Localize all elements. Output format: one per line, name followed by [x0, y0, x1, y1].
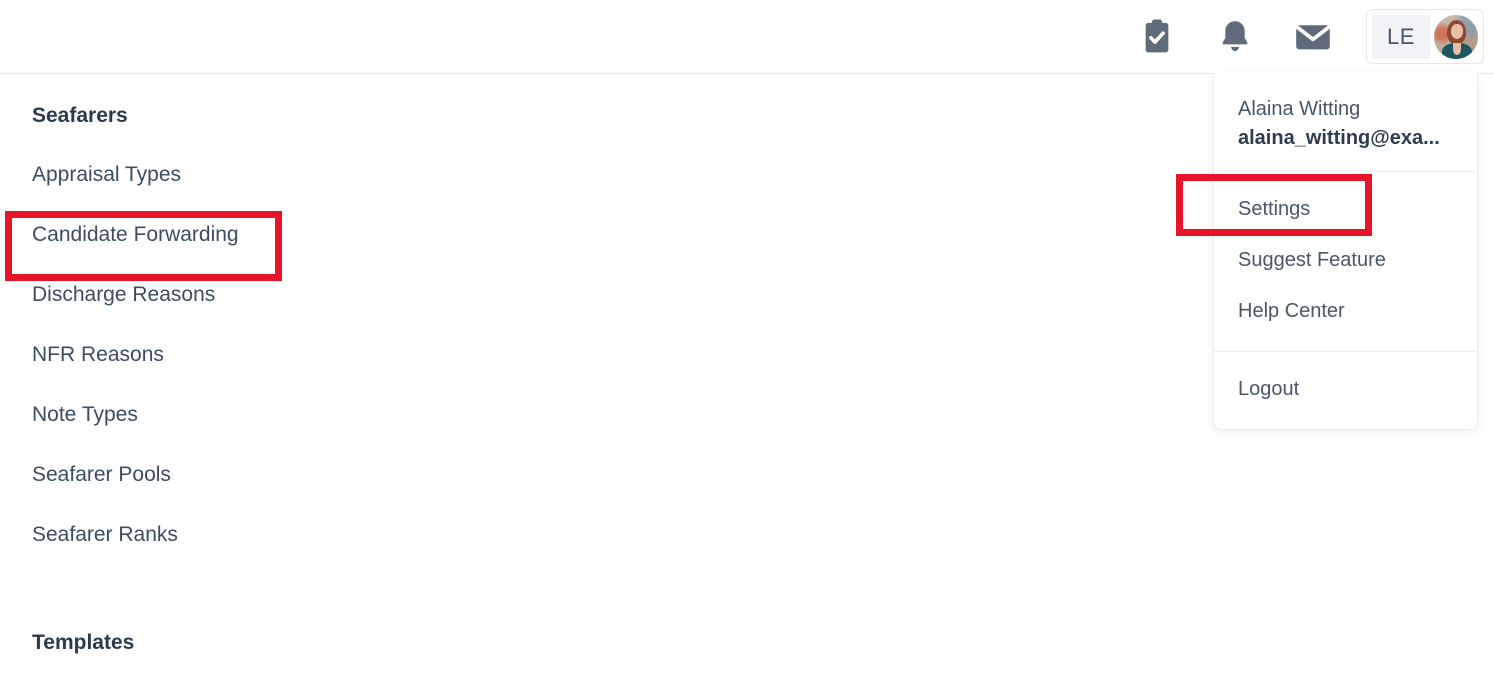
dropdown-item-settings[interactable]: Settings [1214, 184, 1477, 235]
dropdown-item-suggest-feature[interactable]: Suggest Feature [1214, 235, 1477, 286]
messages-button[interactable] [1274, 0, 1352, 73]
settings-page: LE Seafarers Appraisal Types Candidate F… [0, 0, 1494, 682]
dropdown-item-help-center[interactable]: Help Center [1214, 286, 1477, 337]
dropdown-main-section: Settings Suggest Feature Help Center [1214, 172, 1477, 351]
bell-icon [1218, 19, 1252, 55]
top-header-bar: LE [0, 0, 1494, 74]
settings-nav: Seafarers Appraisal Types Candidate Forw… [0, 74, 420, 682]
dropdown-user-block: Alaina Witting alaina_witting@exa... [1214, 73, 1477, 172]
user-profile-chip[interactable]: LE [1366, 9, 1484, 64]
dropdown-user-email: alaina_witting@exa... [1238, 127, 1440, 149]
nav-item-appraisal-types[interactable]: Appraisal Types [32, 161, 181, 189]
dropdown-item-logout[interactable]: Logout [1214, 364, 1477, 415]
nav-item-seafarer-ranks[interactable]: Seafarer Ranks [32, 521, 178, 549]
nav-item-note-types[interactable]: Note Types [32, 401, 138, 429]
nav-group-title-seafarers: Seafarers [32, 104, 128, 127]
nav-item-discharge-reasons[interactable]: Discharge Reasons [32, 281, 215, 309]
user-initials-badge: LE [1372, 14, 1430, 59]
notifications-button[interactable] [1196, 0, 1274, 73]
dropdown-logout-section: Logout [1214, 351, 1477, 429]
dropdown-user-name: Alaina Witting [1238, 98, 1361, 120]
topbar-actions: LE [1118, 0, 1494, 73]
nav-item-candidate-forwarding[interactable]: Candidate Forwarding [32, 221, 239, 249]
tasks-icon [1140, 19, 1174, 55]
nav-group-title-templates: Templates [32, 631, 135, 654]
tasks-button[interactable] [1118, 0, 1196, 73]
avatar [1434, 14, 1478, 59]
profile-dropdown-menu: Alaina Witting alaina_witting@exa... Set… [1213, 73, 1478, 430]
nav-item-nfr-reasons[interactable]: NFR Reasons [32, 341, 164, 369]
nav-group-spacer [32, 581, 420, 629]
nav-item-seafarer-pools[interactable]: Seafarer Pools [32, 461, 171, 489]
envelope-icon [1294, 19, 1332, 55]
